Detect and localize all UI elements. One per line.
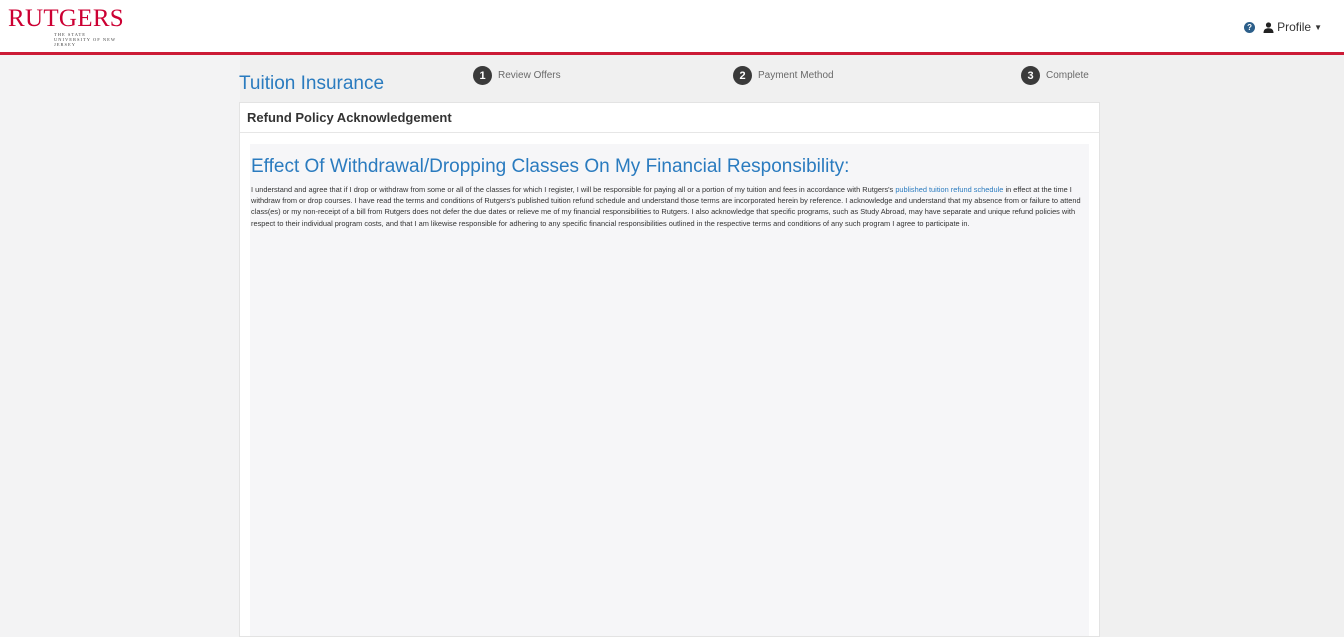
- step-label: Complete: [1046, 70, 1089, 81]
- user-icon: [1263, 21, 1274, 33]
- profile-area: ? Profile ▼: [1244, 20, 1322, 34]
- logo-subtitle: THE STATE UNIVERSITY OF NEW JERSEY: [54, 32, 116, 47]
- logo-wordmark: RUTGERS: [8, 5, 125, 32]
- step-payment-method: 2 Payment Method: [733, 66, 834, 85]
- section-heading: Effect Of Withdrawal/Dropping Classes On…: [251, 156, 850, 177]
- step-number-badge: 3: [1021, 66, 1040, 85]
- refund-policy-panel: Refund Policy Acknowledgement Effect Of …: [239, 102, 1100, 637]
- profile-dropdown-button[interactable]: Profile ▼: [1263, 20, 1322, 34]
- step-number-badge: 1: [473, 66, 492, 85]
- top-navigation-bar: RUTGERS THE STATE UNIVERSITY OF NEW JERS…: [0, 0, 1344, 55]
- panel-header: Refund Policy Acknowledgement: [240, 103, 1099, 133]
- profile-label: Profile: [1277, 20, 1312, 34]
- step-number-badge: 2: [733, 66, 752, 85]
- policy-paragraph: I understand and agree that if I drop or…: [251, 184, 1085, 229]
- refund-schedule-link[interactable]: published tuition refund schedule: [895, 185, 1003, 194]
- caret-down-icon: ▼: [1314, 22, 1322, 32]
- left-gutter: [0, 55, 240, 637]
- rutgers-logo[interactable]: RUTGERS THE STATE UNIVERSITY OF NEW JERS…: [8, 5, 138, 48]
- step-review-offers: 1 Review Offers: [473, 66, 561, 85]
- page-title: Tuition Insurance: [239, 73, 385, 94]
- step-label: Payment Method: [758, 70, 834, 81]
- policy-text-start: I understand and agree that if I drop or…: [251, 185, 896, 194]
- question-circle-icon[interactable]: ?: [1244, 21, 1256, 33]
- policy-content-area[interactable]: Effect Of Withdrawal/Dropping Classes On…: [250, 144, 1089, 636]
- step-label: Review Offers: [498, 70, 561, 81]
- step-complete: 3 Complete: [1021, 66, 1089, 85]
